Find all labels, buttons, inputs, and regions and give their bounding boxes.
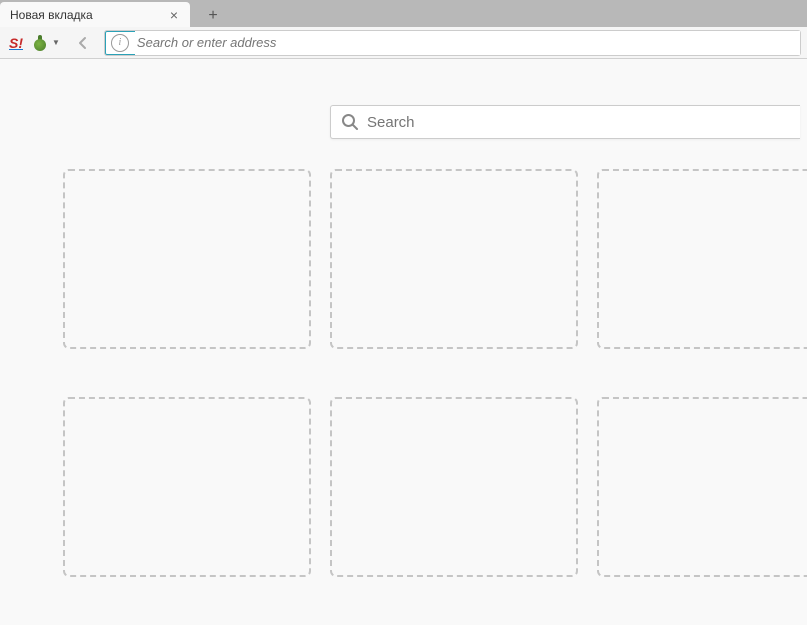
top-site-tile[interactable] — [63, 397, 311, 577]
browser-tab[interactable]: Новая вкладка × — [0, 2, 190, 27]
extension-s-icon[interactable]: S! — [6, 33, 26, 53]
top-site-tile[interactable] — [330, 397, 578, 577]
close-tab-icon[interactable]: × — [166, 7, 182, 23]
chevron-down-icon[interactable]: ▼ — [52, 38, 60, 47]
new-tab-button[interactable]: + — [200, 5, 226, 27]
top-site-tile[interactable] — [63, 169, 311, 349]
top-sites-grid — [63, 169, 807, 577]
info-icon[interactable]: i — [111, 34, 129, 52]
new-tab-content — [0, 59, 807, 577]
tab-title: Новая вкладка — [10, 8, 93, 22]
tab-strip: Новая вкладка × + — [0, 0, 807, 27]
tor-onion-icon[interactable] — [30, 33, 50, 53]
search-icon — [341, 113, 359, 131]
top-site-tile[interactable] — [330, 169, 578, 349]
top-site-tile[interactable] — [597, 397, 807, 577]
address-input[interactable] — [135, 31, 800, 55]
top-site-tile[interactable] — [597, 169, 807, 349]
url-bar[interactable]: i — [104, 30, 801, 56]
back-button[interactable] — [70, 30, 96, 56]
search-input[interactable] — [367, 114, 790, 131]
arrow-left-icon — [75, 35, 91, 51]
toolbar: S! ▼ i — [0, 27, 807, 59]
search-bar[interactable] — [330, 105, 800, 139]
